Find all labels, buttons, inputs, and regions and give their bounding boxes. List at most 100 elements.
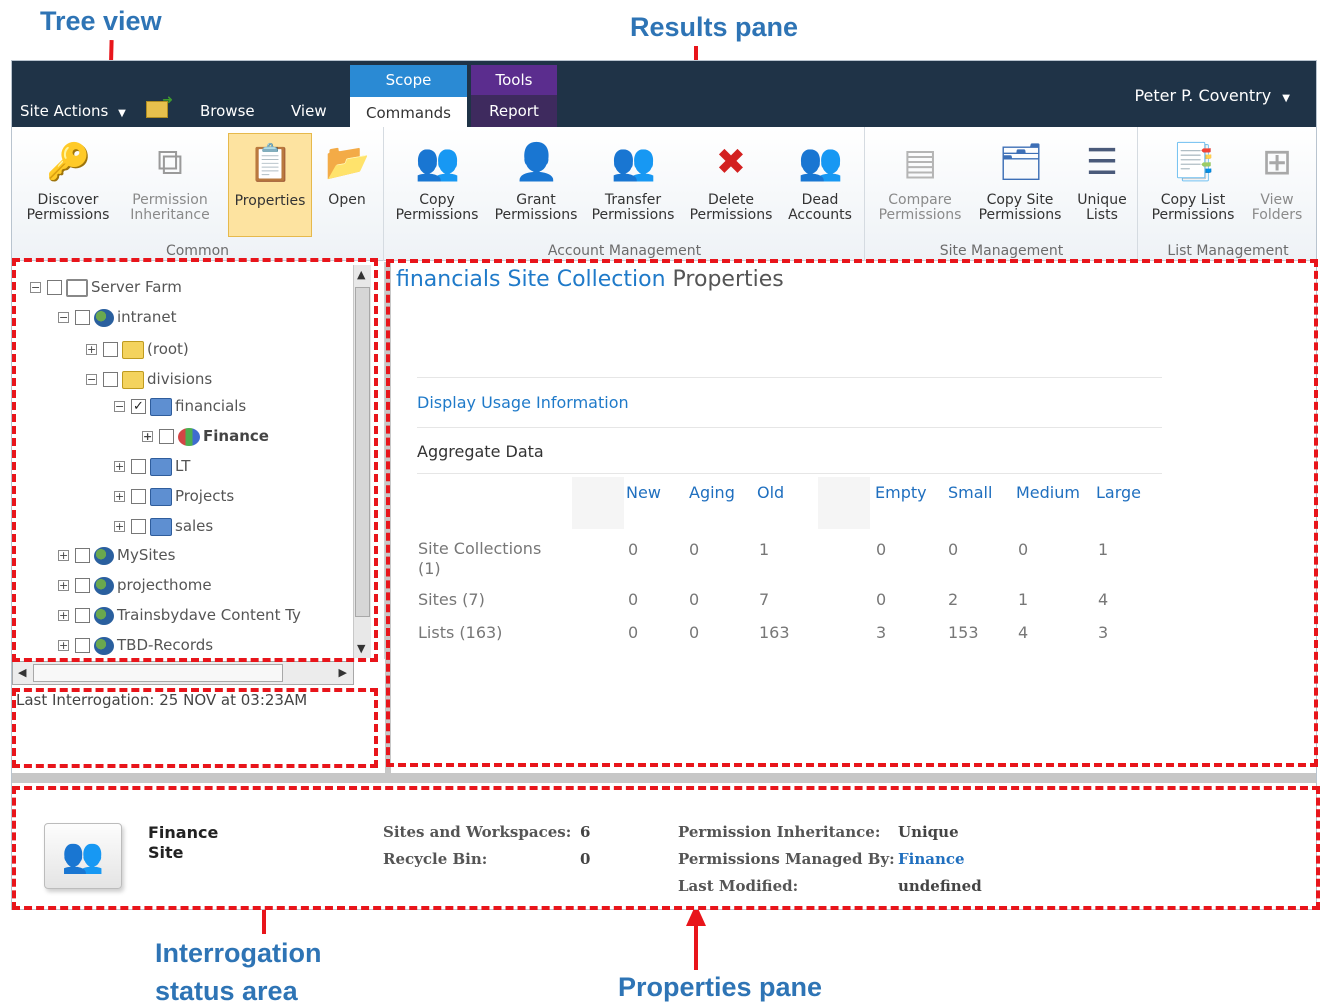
permission-inheritance-button[interactable]: ⧉ Permission Inheritance: [120, 133, 220, 237]
tab-browse[interactable]: Browse: [200, 95, 255, 127]
ribbon-group-label-list: List Management: [1167, 243, 1289, 259]
tree-checkbox[interactable]: [47, 280, 62, 295]
table-cell: 4: [1098, 590, 1109, 609]
expand-icon[interactable]: +: [58, 610, 69, 621]
tab-view[interactable]: View: [291, 95, 327, 127]
view-folders-button[interactable]: ⊞ View Folders: [1245, 133, 1309, 237]
copy-site-perm-label-1: Copy Site: [986, 192, 1054, 208]
tree-checkbox[interactable]: [131, 489, 146, 504]
scroll-thumb[interactable]: [33, 664, 283, 682]
scroll-down-icon[interactable]: ▼: [357, 642, 365, 655]
tree-checkbox[interactable]: [103, 342, 118, 357]
open-button[interactable]: 📂 Open: [316, 133, 378, 237]
expand-icon[interactable]: +: [114, 491, 125, 502]
expand-icon[interactable]: +: [114, 461, 125, 472]
permissions-managed-link[interactable]: Finance: [898, 850, 965, 868]
unique-lists-label-2: Lists: [1086, 207, 1118, 223]
web-application-icon: [94, 606, 114, 625]
properties-button[interactable]: 📋 Properties: [228, 133, 312, 237]
unique-lists-button[interactable]: ☰ Unique Lists: [1070, 133, 1134, 237]
copy-permissions-button[interactable]: 👥 Copy Permissions: [389, 133, 485, 237]
tree-checkbox[interactable]: [75, 548, 90, 563]
grant-perm-label-2: Permissions: [494, 207, 578, 223]
collapse-icon[interactable]: −: [58, 312, 69, 323]
tree-checkbox[interactable]: [159, 429, 174, 444]
interrogation-status: Last Interrogation: 25 NOV at 03:23AM: [16, 691, 308, 709]
site-collection-icon: [150, 487, 172, 506]
tree-node[interactable]: + MySites: [58, 543, 175, 567]
people-site-icon: [178, 427, 200, 446]
contextual-tab-scope[interactable]: Scope: [350, 65, 467, 95]
tree-checkbox[interactable]: [75, 578, 90, 593]
horizontal-splitter[interactable]: [12, 773, 1316, 783]
expand-icon[interactable]: +: [58, 580, 69, 591]
column-separator: [818, 477, 870, 529]
navigate-up-icon[interactable]: [146, 93, 173, 118]
tab-commands[interactable]: Commands: [350, 95, 467, 127]
unique-lists-label-1: Unique: [1077, 192, 1127, 208]
tree-node[interactable]: + Projects: [114, 484, 234, 508]
tree-node[interactable]: + projecthome: [58, 573, 212, 597]
grant-permissions-button[interactable]: 👤 Grant Permissions: [489, 133, 583, 237]
tree-node[interactable]: + Finance: [142, 424, 269, 448]
tree-checkbox[interactable]: [103, 372, 118, 387]
properties-item-name: Finance Site: [148, 823, 248, 863]
display-usage-link[interactable]: Display Usage Information: [417, 393, 629, 412]
tree-vertical-scrollbar[interactable]: ▲ ▼: [353, 265, 371, 658]
scroll-thumb[interactable]: [355, 287, 370, 617]
expand-icon[interactable]: +: [58, 640, 69, 651]
dead-accounts-button[interactable]: 👥 Dead Accounts: [781, 133, 859, 237]
scroll-left-icon[interactable]: ◀: [18, 666, 26, 679]
tree-checkbox[interactable]: [131, 519, 146, 534]
tree-checkbox[interactable]: ✓: [131, 399, 146, 414]
tree-checkbox[interactable]: [75, 310, 90, 325]
expand-icon[interactable]: +: [114, 521, 125, 532]
tree-node[interactable]: − ✓ financials: [114, 394, 246, 418]
copy-site-icon: 🗂: [998, 142, 1044, 183]
table-cell: 1: [1018, 590, 1029, 609]
user-menu[interactable]: Peter P. Coventry ▼: [1134, 81, 1290, 114]
compare-permissions-button[interactable]: ▤ Compare Permissions: [870, 133, 970, 237]
last-modified-value: undefined: [898, 877, 982, 895]
discover-permissions-button[interactable]: 🔑 Discover Permissions: [18, 133, 118, 237]
site-actions-menu[interactable]: Site Actions ▼: [20, 95, 126, 127]
collapse-icon[interactable]: −: [30, 282, 41, 293]
delete-permissions-button[interactable]: ✖ Delete Permissions: [683, 133, 779, 237]
vertical-splitter[interactable]: [385, 262, 391, 779]
tree-node[interactable]: + sales: [114, 514, 213, 538]
results-title-link[interactable]: financials Site Collection: [396, 267, 666, 292]
tree-checkbox[interactable]: [75, 608, 90, 623]
tree-node[interactable]: + LT: [114, 454, 190, 478]
discover-label-1: Discover: [37, 192, 99, 208]
collapse-icon[interactable]: −: [114, 401, 125, 412]
tab-report[interactable]: Report: [471, 95, 557, 127]
scroll-up-icon[interactable]: ▲: [357, 268, 365, 281]
tree-node[interactable]: + TBD-Records: [58, 633, 213, 657]
collapse-icon[interactable]: −: [86, 374, 97, 385]
expand-icon[interactable]: +: [58, 550, 69, 561]
tree-node[interactable]: − divisions: [86, 367, 212, 391]
tree-node[interactable]: − intranet: [58, 305, 177, 329]
transfer-permissions-button[interactable]: 👥 Transfer Permissions: [585, 133, 681, 237]
tree-node[interactable]: − Server Farm: [30, 275, 182, 299]
tree-checkbox[interactable]: [75, 638, 90, 653]
tree-node-label: TBD-Records: [117, 636, 214, 654]
copy-site-permissions-button[interactable]: 🗂 Copy Site Permissions: [972, 133, 1068, 237]
person-delete-icon: ✖: [715, 142, 747, 183]
inheritance-label-1: Permission: [132, 192, 208, 208]
copy-list-permissions-button[interactable]: 📑 Copy List Permissions: [1143, 133, 1243, 237]
table-cell: 1: [1098, 540, 1109, 559]
scroll-right-icon[interactable]: ▶: [339, 666, 347, 679]
tree-checkbox[interactable]: [131, 459, 146, 474]
contextual-tab-tools[interactable]: Tools: [471, 65, 557, 95]
user-name: Peter P. Coventry: [1134, 86, 1272, 105]
expand-icon[interactable]: +: [86, 344, 97, 355]
expand-icon[interactable]: +: [142, 431, 153, 442]
tree-node[interactable]: + (root): [86, 337, 189, 361]
folder-open-icon: 📂: [325, 142, 370, 183]
tree-node[interactable]: + Trainsbydave Content Ty: [58, 603, 301, 627]
copy-list-icon: 📑: [1171, 142, 1216, 183]
tree-horizontal-scrollbar[interactable]: ◀ ▶: [12, 661, 354, 685]
compare-perm-label-1: Compare: [888, 192, 952, 208]
open-label: Open: [328, 192, 366, 208]
